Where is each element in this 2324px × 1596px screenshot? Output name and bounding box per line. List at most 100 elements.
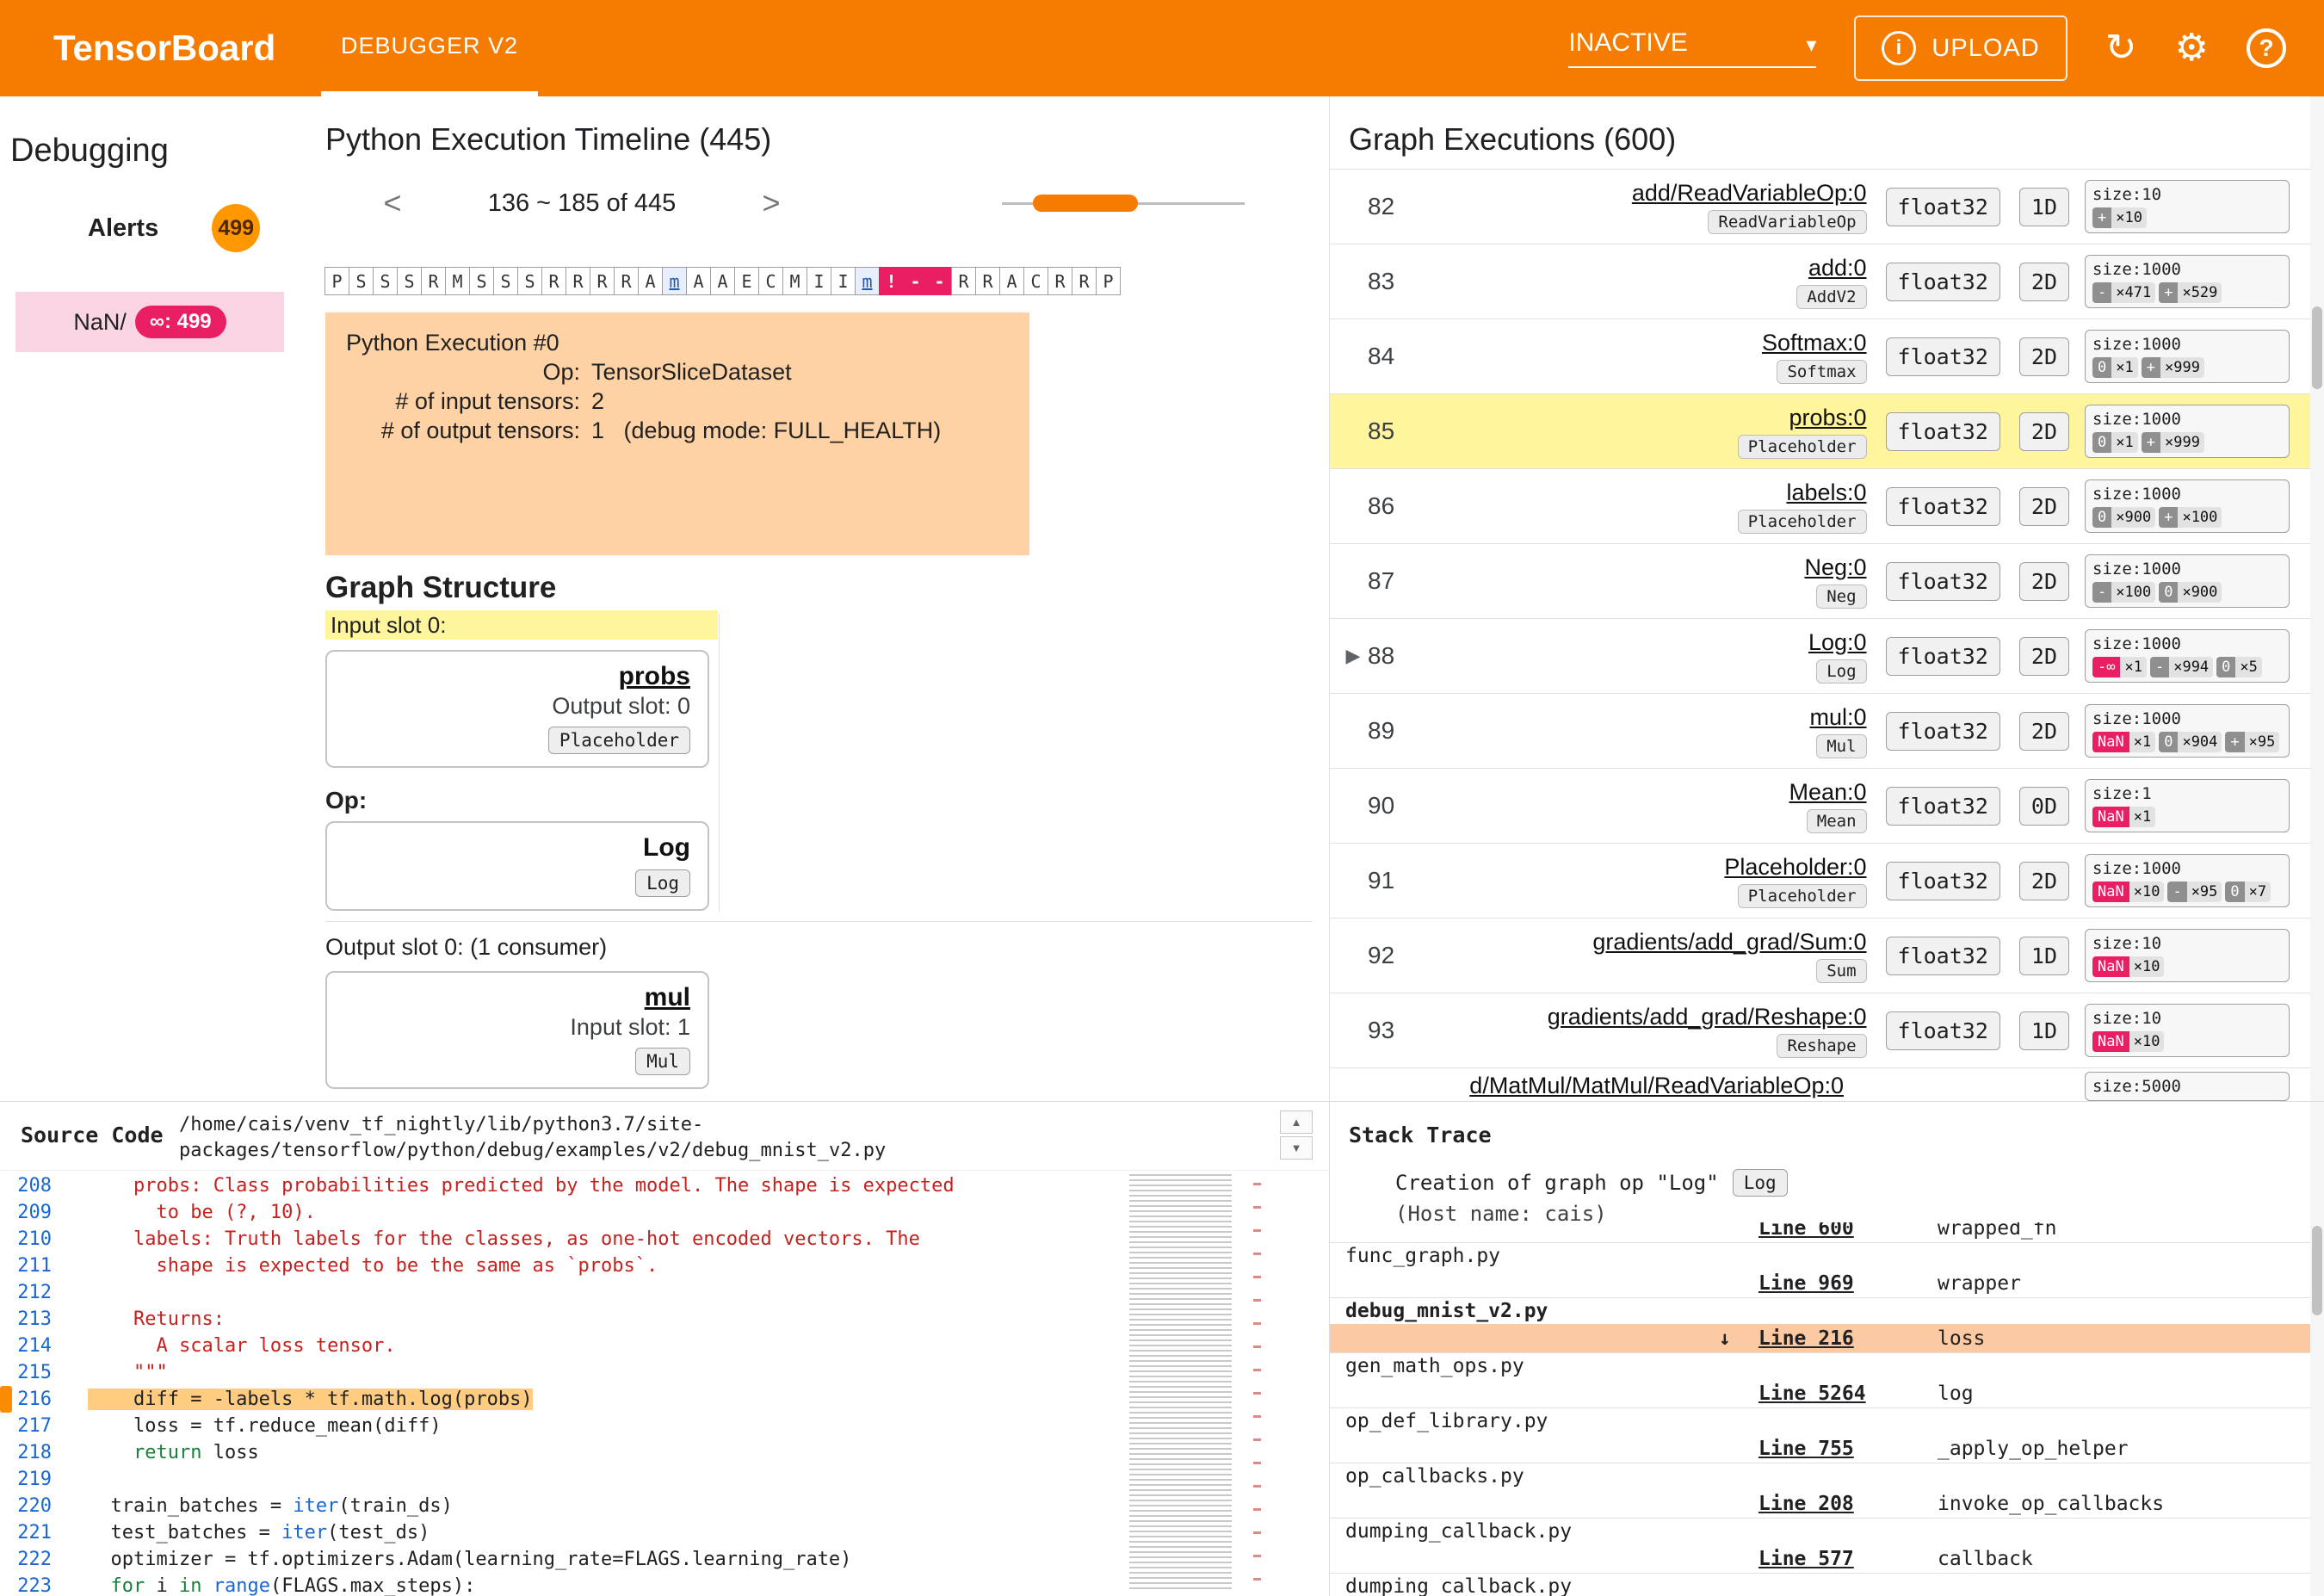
frame-line-link[interactable]: Line 969	[1758, 1269, 1854, 1298]
stack-frame[interactable]: dumping_callback.pyLine 258_process_stac…	[1330, 1574, 2310, 1596]
stepper-up-icon[interactable]: ▲	[1280, 1110, 1313, 1134]
refresh-icon[interactable]: ↻	[2105, 29, 2137, 67]
slider-handle[interactable]	[1033, 195, 1138, 212]
timeline-tick[interactable]: m	[855, 267, 880, 295]
stack-frame[interactable]: dumping_callback.py Line 577 callback	[1330, 1519, 2310, 1574]
tensor-name-link[interactable]: gradients/add_grad/Reshape:0	[1548, 1003, 1867, 1031]
graph-execution-row[interactable]: 82 add/ReadVariableOp:0 ReadVariableOp floa…	[1330, 170, 2324, 244]
line-number[interactable]: 215	[12, 1359, 67, 1386]
frame-line-link[interactable]: Line 5264	[1758, 1379, 1866, 1408]
graph-execution-row[interactable]: 93 gradients/add_grad/Reshape:0 Reshape flo…	[1330, 993, 2324, 1068]
code-line[interactable]: 209 to be (?, 10).	[0, 1199, 1114, 1226]
timeline-tick[interactable]: S	[469, 267, 494, 295]
line-number[interactable]: 210	[12, 1226, 67, 1253]
line-number[interactable]: 211	[12, 1253, 67, 1279]
timeline-tick[interactable]: C	[1023, 267, 1048, 295]
timeline-tick[interactable]: R	[421, 267, 446, 295]
output-node-card[interactable]: mul Input slot: 1 Mul	[325, 971, 709, 1089]
code-line[interactable]: 212	[0, 1279, 1114, 1306]
line-number[interactable]: 218	[12, 1439, 67, 1466]
line-number[interactable]: 214	[12, 1333, 67, 1359]
tensor-name-link[interactable]: labels:0	[1786, 479, 1866, 507]
graph-execution-row[interactable]: 92 gradients/add_grad/Sum:0 Sum float32 1D si…	[1330, 919, 2324, 993]
input-node-card[interactable]: probs Output slot: 0 Placeholder	[325, 650, 709, 768]
graph-execution-row[interactable]: 84 Softmax:0 Softmax float32 2D size:1000 0 ×1 +…	[1330, 319, 2324, 394]
graph-execution-row[interactable]: 90 Mean:0 Mean float32 0D size:1 NaN ×1	[1330, 769, 2324, 844]
code-line[interactable]: 216 diff = -labels * tf.math.log(probs)	[0, 1386, 1114, 1413]
tensor-name-link[interactable]: Mean:0	[1789, 778, 1866, 807]
tensor-name-link[interactable]: add/ReadVariableOp:0	[1632, 179, 1867, 207]
code-line[interactable]: 217 loss = tf.reduce_mean(diff)	[0, 1413, 1114, 1439]
timeline-tick[interactable]: !	[879, 267, 904, 295]
timeline-tick[interactable]: A	[638, 267, 663, 295]
status-dropdown[interactable]: INACTIVE ▾	[1568, 28, 1817, 68]
code-line[interactable]: 222 optimizer = tf.optimizers.Adam(learn…	[0, 1546, 1114, 1573]
tensor-name-link[interactable]: d/MatMul/MatMul/ReadVariableOp:0	[1469, 1072, 1844, 1100]
scrollbar-thumb[interactable]	[2312, 306, 2322, 389]
line-number[interactable]: 213	[12, 1306, 67, 1333]
gear-icon[interactable]: ⚙	[2175, 29, 2209, 67]
frame-line-link[interactable]: Line 600	[1758, 1222, 1854, 1243]
graph-execution-row[interactable]: 91 Placeholder:0 Placeholder float32 2D size:…	[1330, 844, 2324, 919]
timeline-tick[interactable]: -	[903, 267, 928, 295]
timeline-tick[interactable]: C	[758, 267, 783, 295]
frame-line-link[interactable]: Line 755	[1758, 1434, 1854, 1463]
timeline-tick[interactable]: R	[951, 267, 976, 295]
timeline-next-button[interactable]: >	[745, 185, 797, 221]
stack-frame[interactable]: op_callbacks.py Line 208 invoke_op_callbac…	[1330, 1463, 2310, 1519]
output-node-link[interactable]: mul	[645, 983, 690, 1012]
graph-execution-row[interactable]: 86 labels:0 Placeholder float32 2D size:1000 0…	[1330, 469, 2324, 544]
code-line[interactable]: 223 for i in range(FLAGS.max_steps):	[0, 1573, 1114, 1596]
graph-execution-row[interactable]: 83 add:0 AddV2 float32 2D size:1000 - ×471 + ×529	[1330, 244, 2324, 319]
stack-frame[interactable]: op_def_library.py Line 755 _apply_op_helpe…	[1330, 1408, 2310, 1463]
timeline-tick[interactable]: P	[324, 267, 349, 295]
line-number[interactable]: 221	[12, 1519, 67, 1546]
timeline-tick[interactable]: R	[566, 267, 590, 295]
tensor-name-link[interactable]: mul:0	[1810, 703, 1867, 732]
tab-debugger-v2[interactable]: DEBUGGER V2	[321, 0, 538, 96]
timeline-tick[interactable]: m	[662, 267, 687, 295]
line-number[interactable]: 212	[12, 1279, 67, 1306]
line-number[interactable]: 217	[12, 1413, 67, 1439]
tensor-name-link[interactable]: Softmax:0	[1762, 329, 1867, 357]
code-line[interactable]: 220 train_batches = iter(train_ds)	[0, 1493, 1114, 1519]
timeline-tick[interactable]: R	[1072, 267, 1097, 295]
timeline-slider[interactable]	[1002, 188, 1245, 219]
timeline-tick[interactable]: I	[831, 267, 856, 295]
timeline-tick[interactable]: S	[397, 267, 422, 295]
line-number[interactable]: 216	[12, 1386, 67, 1413]
timeline-tick[interactable]: M	[445, 267, 470, 295]
timeline-tick[interactable]: S	[493, 267, 518, 295]
nan-inf-alert-filter[interactable]: NaN/ ∞: 499	[15, 292, 284, 352]
scrollbar-thumb[interactable]	[2312, 1226, 2322, 1315]
line-number[interactable]: 209	[12, 1199, 67, 1226]
graph-execution-row[interactable]: 87 Neg:0 Neg float32 2D size:1000 - ×100 0 ×900	[1330, 544, 2324, 619]
minimap[interactable]	[1124, 1174, 1289, 1591]
stepper-down-icon[interactable]: ▼	[1280, 1136, 1313, 1160]
input-node-link[interactable]: probs	[619, 662, 690, 691]
frame-line-link[interactable]: Line 216	[1758, 1324, 1854, 1353]
timeline-tick[interactable]: M	[782, 267, 807, 295]
timeline-prev-button[interactable]: <	[367, 185, 418, 221]
code-line[interactable]: 210 labels: Truth labels for the classes…	[0, 1226, 1114, 1253]
timeline-tick[interactable]: I	[807, 267, 831, 295]
tensor-name-link[interactable]: gradients/add_grad/Sum:0	[1592, 928, 1866, 956]
graph-execution-row[interactable]: 85 probs:0 Placeholder float32 2D size:1000 0 ×…	[1330, 394, 2324, 469]
timeline-tick[interactable]: S	[373, 267, 398, 295]
line-number[interactable]: 222	[12, 1546, 67, 1573]
timeline-tick[interactable]: R	[614, 267, 639, 295]
code-line[interactable]: 218 return loss	[0, 1439, 1114, 1466]
stack-trace-scrollbar[interactable]	[2310, 1102, 2324, 1596]
timeline-tick[interactable]: R	[1048, 267, 1072, 295]
graph-execution-row[interactable]: d/MatMul/MatMul/ReadVariableOp:0 size:500…	[1330, 1068, 2324, 1101]
timeline-tick[interactable]: R	[975, 267, 1000, 295]
tensor-name-link[interactable]: Neg:0	[1804, 554, 1866, 582]
code-line[interactable]: 213 Returns:	[0, 1306, 1114, 1333]
tensor-name-link[interactable]: Log:0	[1808, 628, 1867, 657]
code-line[interactable]: 208 probs: Class probabilities predicted…	[0, 1172, 1114, 1199]
help-icon[interactable]: ?	[2247, 28, 2286, 68]
stack-frame[interactable]: func_graph.py Line 969 wrapper	[1330, 1243, 2310, 1298]
stack-frame[interactable]: debug_mnist_v2.py ↓ Line 216 loss	[1330, 1298, 2310, 1353]
timeline-tick[interactable]: S	[517, 267, 542, 295]
upload-button[interactable]: i UPLOAD	[1854, 15, 2067, 81]
